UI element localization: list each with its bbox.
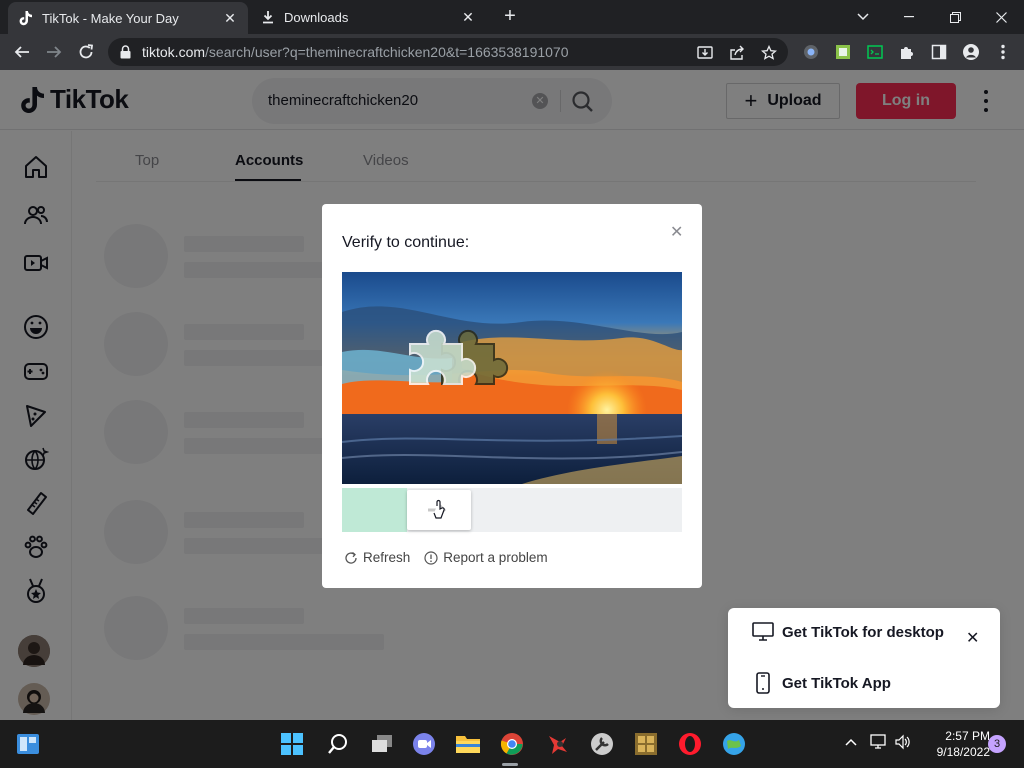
tiktok-icon <box>18 10 34 26</box>
bookmark-star-icon[interactable] <box>760 44 778 62</box>
refresh-label: Refresh <box>363 550 411 565</box>
clock-time: 2:57 PM <box>945 729 990 743</box>
side-panel-icon[interactable] <box>930 43 948 61</box>
captcha-image <box>342 272 682 484</box>
phone-icon <box>756 672 770 694</box>
captcha-title: Verify to continue: <box>342 234 470 251</box>
install-app-icon[interactable] <box>696 44 714 62</box>
captcha-slider-handle[interactable] <box>407 490 471 530</box>
tab-search-chevron-icon[interactable] <box>840 0 886 34</box>
tab-downloads[interactable]: Downloads ✕ <box>250 0 486 34</box>
app-bird-icon[interactable] <box>544 730 572 758</box>
task-view-icon[interactable] <box>368 730 396 758</box>
download-icon <box>260 9 276 25</box>
refresh-icon <box>345 551 357 564</box>
tab-tiktok[interactable]: TikTok - Make Your Day ✕ <box>8 2 248 34</box>
clock-date: 9/18/2022 <box>936 745 990 759</box>
tab-title: TikTok - Make Your Day <box>42 10 179 26</box>
reload-button[interactable] <box>74 40 98 64</box>
back-button[interactable] <box>10 40 34 64</box>
teams-chat-icon[interactable] <box>410 730 438 758</box>
extension-image-icon[interactable] <box>834 43 852 61</box>
tiktok-page: TikTok theminecraftchicken20 ✕ + Upload … <box>0 70 1024 720</box>
opera-icon[interactable] <box>676 730 704 758</box>
restore-button[interactable] <box>932 0 978 34</box>
app-settings-gear-icon[interactable] <box>588 730 616 758</box>
address-bar[interactable]: tiktok.com/search/user?q=theminecraftchi… <box>108 38 788 66</box>
active-app-indicator <box>502 763 518 766</box>
chrome-menu-icon[interactable] <box>994 43 1012 61</box>
url-text: tiktok.com/search/user?q=theminecraftchi… <box>142 44 569 60</box>
close-icon[interactable]: ✕ <box>670 222 683 242</box>
extension-code-icon[interactable] <box>866 43 884 61</box>
close-tab-icon[interactable]: ✕ <box>222 10 238 27</box>
desktop-icon <box>752 622 774 641</box>
widgets-icon[interactable] <box>14 730 42 758</box>
lock-icon[interactable] <box>120 45 131 64</box>
close-tab-icon[interactable]: ✕ <box>460 9 476 26</box>
share-icon[interactable] <box>728 44 746 62</box>
captcha-footer: Refresh Report a problem <box>344 550 562 565</box>
start-icon[interactable] <box>278 730 306 758</box>
report-problem-label: Report a problem <box>443 550 548 565</box>
report-problem-button[interactable]: Report a problem <box>424 550 548 565</box>
search-icon[interactable] <box>324 730 352 758</box>
network-icon[interactable] <box>870 734 888 753</box>
system-clock[interactable]: 2:57 PM 9/18/2022 <box>922 728 990 760</box>
profile-icon[interactable] <box>962 43 980 61</box>
url-path: /search/user?q=theminecraftchicken20&t=1… <box>205 44 569 60</box>
captcha-slider-progress <box>342 488 407 532</box>
volume-icon[interactable] <box>894 734 912 753</box>
extension-icon[interactable] <box>802 43 820 61</box>
captcha-modal: Verify to continue: ✕ Refresh Report a p… <box>322 204 702 588</box>
minimize-button[interactable] <box>886 0 932 34</box>
new-tab-button[interactable]: + <box>498 5 522 29</box>
forward-button[interactable] <box>42 40 66 64</box>
browser-toolbar: tiktok.com/search/user?q=theminecraftchi… <box>0 34 1024 70</box>
chrome-icon[interactable] <box>498 730 526 758</box>
close-window-button[interactable] <box>978 0 1024 34</box>
tab-title: Downloads <box>284 9 349 25</box>
dosbox-icon[interactable] <box>632 730 660 758</box>
get-tiktok-popup: Get TikTok for desktop ✕ Get TikTok App <box>728 608 1000 708</box>
alert-circle-icon <box>424 550 438 565</box>
chevron-up-icon[interactable] <box>844 734 858 750</box>
url-host: tiktok.com <box>142 44 206 60</box>
captcha-slider-track[interactable] <box>342 488 682 532</box>
close-icon[interactable]: ✕ <box>966 628 979 648</box>
get-desktop-link[interactable]: Get TikTok for desktop <box>752 622 944 642</box>
file-explorer-icon[interactable] <box>454 730 482 758</box>
refresh-button[interactable]: Refresh <box>344 550 410 565</box>
windows-taskbar: 2:57 PM 9/18/2022 3 <box>0 720 1024 768</box>
get-app-link[interactable]: Get TikTok App <box>752 672 891 694</box>
arrow-right-icon <box>428 499 447 519</box>
browser-tab-strip: TikTok - Make Your Day ✕ Downloads ✕ + <box>0 0 1024 34</box>
extensions-puzzle-icon[interactable] <box>898 43 916 61</box>
get-desktop-label: Get TikTok for desktop <box>782 623 944 641</box>
get-app-label: Get TikTok App <box>782 674 891 692</box>
app-globe-icon[interactable] <box>720 730 748 758</box>
notification-badge[interactable]: 3 <box>988 735 1006 753</box>
